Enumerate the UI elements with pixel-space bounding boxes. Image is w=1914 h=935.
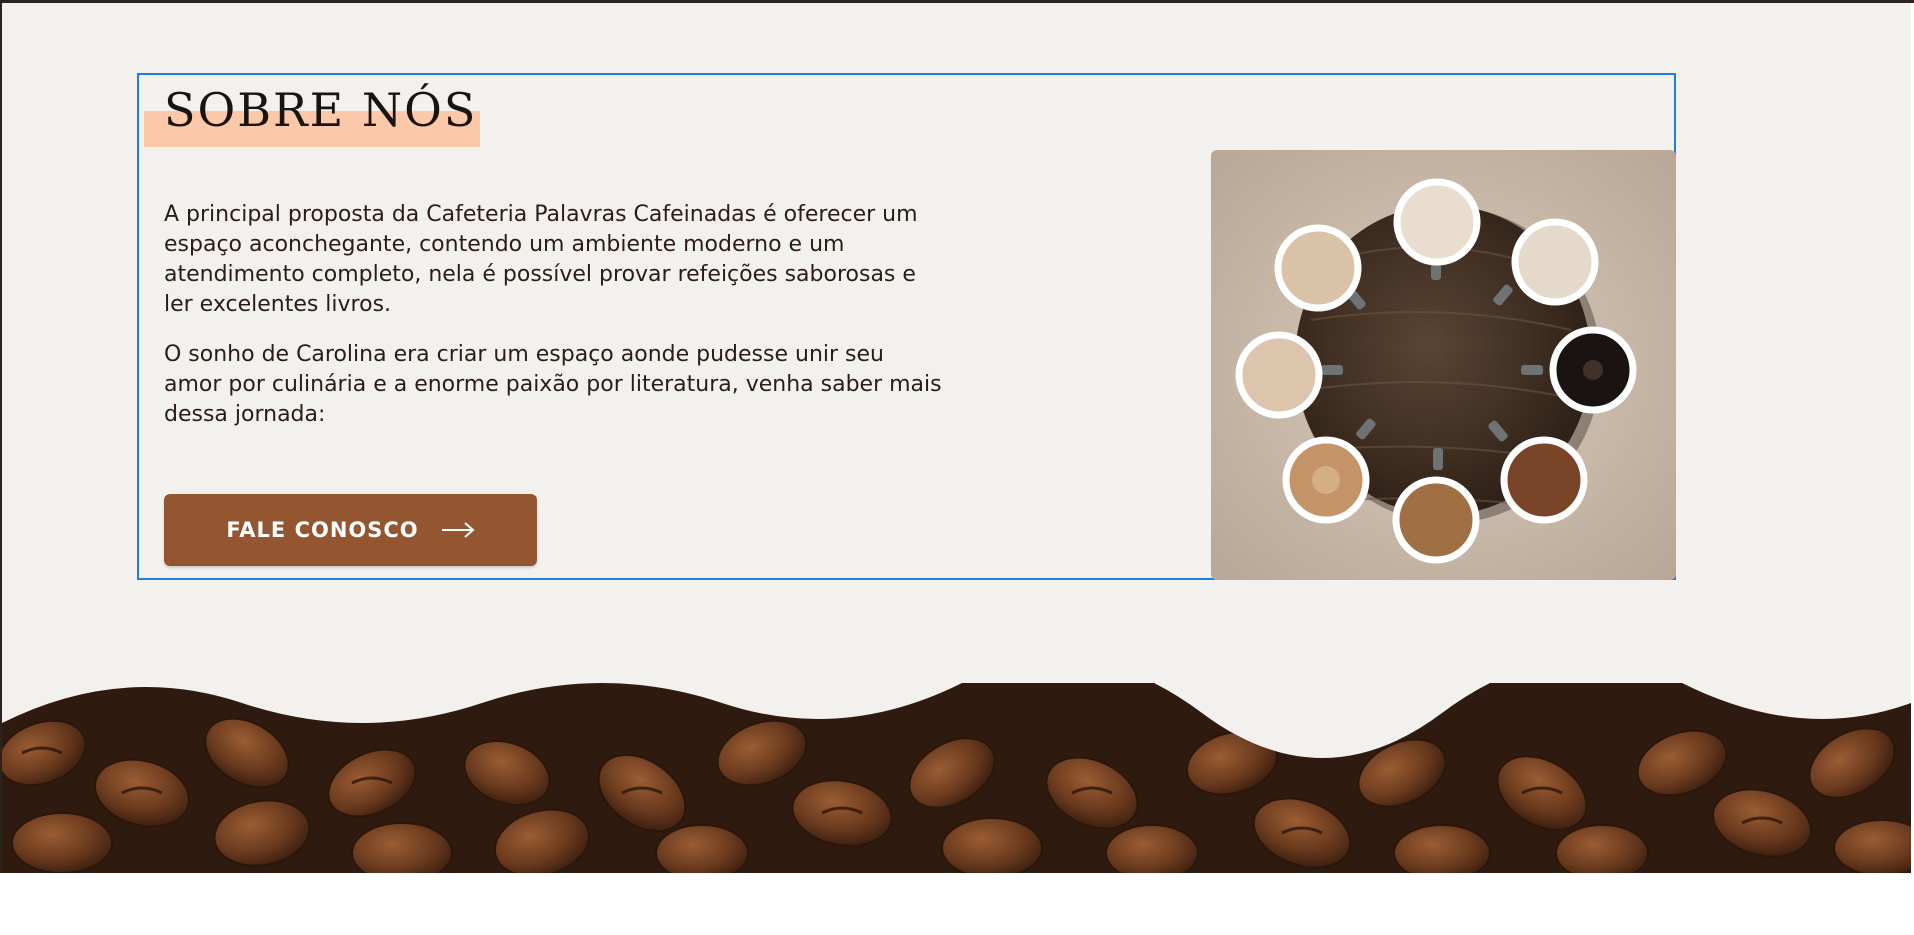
about-paragraph-1: A principal proposta da Cafeteria Palavr… [164,202,918,317]
page: SOBRE NÓS A principal proposta da Cafete… [0,0,1914,935]
coffee-cups-photo [1211,150,1676,580]
about-paragraph-2: O sonho de Carolina era criar um espaço … [164,342,942,427]
contact-button-label: FALE CONOSCO [226,518,419,542]
coffee-cups-image [1211,150,1676,580]
coffee-beans-band [2,683,1911,873]
arrow-right-icon [441,522,475,538]
section-title: SOBRE NÓS [164,83,478,137]
coffee-beans-image [2,683,1911,873]
about-text: A principal proposta da Cafeteria Palavr… [164,200,944,450]
about-section: SOBRE NÓS A principal proposta da Cafete… [2,3,1911,873]
contact-button[interactable]: FALE CONOSCO [164,494,537,566]
about-container: SOBRE NÓS A principal proposta da Cafete… [137,73,1676,580]
